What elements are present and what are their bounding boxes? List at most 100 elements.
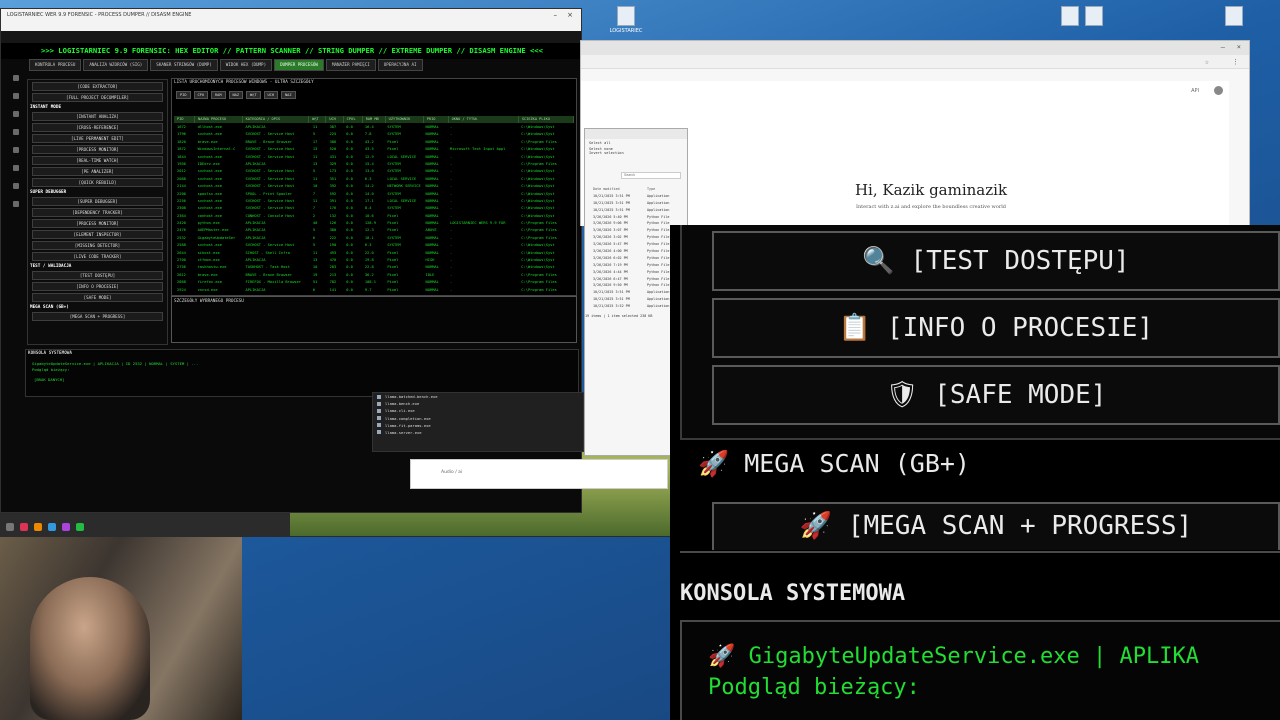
tab-hex[interactable]: WIDOK HEX (DUMP) xyxy=(219,59,273,71)
app-icon[interactable] xyxy=(20,523,28,531)
menu-icon[interactable]: ⋮ xyxy=(1232,58,1239,66)
process-info-button[interactable]: [INFO O PROCESIE] xyxy=(32,282,163,291)
sort-button[interactable]: WĄT xyxy=(246,91,261,99)
invert-selection-item[interactable]: Invert selection xyxy=(585,151,687,161)
sort-button[interactable]: NAZ xyxy=(228,91,243,99)
tab-dumper[interactable]: DUMPER PROCESÓW xyxy=(274,59,324,71)
explorer-row[interactable]: 10/21/2025 3:51 PM Application xyxy=(593,207,687,214)
nav-icon[interactable] xyxy=(13,75,19,81)
api-label[interactable]: API xyxy=(1191,88,1199,94)
table-row[interactable]: 2532 GigabyteUpdateSer APLIKACJA 6 222 0.0 18.… xyxy=(174,235,574,242)
tool-button[interactable]: [LIVE CODE TRACKER] xyxy=(32,252,163,261)
column-header[interactable]: UŻYTKOWNIK xyxy=(386,116,424,123)
avatar[interactable] xyxy=(1214,86,1223,95)
column-header[interactable]: NAZWA PROCESU xyxy=(195,116,243,123)
file-item[interactable]: llama-bench.exe xyxy=(373,400,583,407)
explorer-row[interactable]: 3/26/2026 5:40 PM Python File xyxy=(593,214,687,221)
desktop-icon[interactable]: LOGISTARIEC xyxy=(604,6,648,34)
table-row[interactable]: 1872 WindowsInternal.C SVCHOST - Service H… xyxy=(174,146,574,153)
nav-icon[interactable] xyxy=(13,147,19,153)
select-all-item[interactable]: Select all xyxy=(585,139,687,147)
tab-analiza[interactable]: ANALIZA WZORCÓW (SIG) xyxy=(83,59,149,71)
minimize-icon[interactable]: – xyxy=(554,11,558,19)
file-item[interactable]: llama-completion.exe xyxy=(373,415,583,422)
app-icon[interactable] xyxy=(34,523,42,531)
table-row[interactable]: 2924 vncsd.exe APLIKACJA 6 141 0.0 9.7 Pixel NOR… xyxy=(174,287,574,294)
column-type[interactable]: Type xyxy=(647,186,655,193)
table-row[interactable]: 1956 IDEdrv.exe APLIKACJA 13 329 0.0 15.4 SYSTE… xyxy=(174,161,574,168)
safe-mode-button[interactable]: [SAFE MODE] xyxy=(32,293,163,302)
minimize-icon[interactable]: – xyxy=(1221,43,1225,51)
table-row[interactable]: 1820 brave.exe BRAVE - Brave Browser 17 386 0… xyxy=(174,139,574,146)
file-item[interactable]: llama-fit-params.exe xyxy=(373,422,583,429)
tab-skaner[interactable]: SKANER STRINGÓW (DUMP) xyxy=(150,59,218,71)
file-item[interactable]: llama-batched-bench.exe xyxy=(373,393,583,400)
table-row[interactable]: 1796 svchost.exe SVCHOST - Service Host 5 22… xyxy=(174,131,574,138)
bookmark-icon[interactable]: ☆ xyxy=(1205,58,1209,66)
nav-icon[interactable] xyxy=(13,201,19,207)
tab-ai[interactable]: OPERACYJNA AI xyxy=(377,59,423,71)
table-row[interactable]: 2700 ctfmon.exe APLIKACJA 13 470 0.0 19.8 Pixel… xyxy=(174,257,574,264)
table-row[interactable]: 2256 svchost.exe SVCHOST - Service Host 11 3… xyxy=(174,198,574,205)
test-access-button[interactable]: 🔍 [TEST DOSTĘPU] xyxy=(712,231,1280,291)
explorer-search-input[interactable] xyxy=(621,171,681,179)
tool-button[interactable]: [REAL-TIME WATCH] xyxy=(32,156,163,165)
app-icon[interactable] xyxy=(76,523,84,531)
table-row[interactable]: 2088 svchost.exe SVCHOST - Service Host 11 3… xyxy=(174,176,574,183)
column-header[interactable]: KATEGORIA / OPIS xyxy=(243,116,310,123)
audio-widget[interactable]: Audio / ai xyxy=(410,459,668,489)
mega-scan-button[interactable]: [MEGA SCAN + PROGRESS] xyxy=(32,312,163,321)
tab-kontrola[interactable]: KONTROLA PROCESU xyxy=(29,59,82,71)
column-header[interactable]: PRIO xyxy=(424,116,449,123)
file-item[interactable]: llama-server.exe xyxy=(373,429,583,436)
decompiler-button[interactable]: [FULL PROJECT DECOMPILER] xyxy=(32,93,163,102)
close-icon[interactable]: × xyxy=(1237,43,1241,51)
sort-button[interactable]: CPU xyxy=(193,91,208,99)
table-row[interactable]: 2812 brave.exe BRAVE - Brave Browser 19 213 0… xyxy=(174,272,574,279)
tool-button[interactable]: [ELEMENT INSPECTOR] xyxy=(32,230,163,239)
tool-button[interactable]: [SUPER DEBUGGER] xyxy=(32,197,163,206)
sort-button[interactable]: RAM xyxy=(211,91,226,99)
sort-button[interactable]: UCH xyxy=(263,91,278,99)
tool-button[interactable]: [CROSS-REFERENCE] xyxy=(32,123,163,132)
mega-scan-button[interactable]: 🚀 [MEGA SCAN + PROGRESS] xyxy=(712,502,1280,550)
app-icon[interactable] xyxy=(62,523,70,531)
column-header[interactable]: CPU% xyxy=(344,116,363,123)
tool-button[interactable]: [PROCESS MONITOR] xyxy=(32,145,163,154)
explorer-row[interactable]: 10/21/2025 3:51 PM Application xyxy=(593,200,687,207)
tool-button[interactable]: [PROCESS MONITOR] xyxy=(32,219,163,228)
table-row[interactable]: 2308 svchost.exe SVCHOST - Service Host 7 17… xyxy=(174,205,574,212)
test-access-button[interactable]: [TEST DOSTĘPU] xyxy=(32,271,163,280)
table-row[interactable]: 2200 spoolsv.exe SPOOL - Print Spooler 7 592… xyxy=(174,191,574,198)
column-header[interactable]: RAM MB xyxy=(363,116,386,123)
nav-icon[interactable] xyxy=(13,93,19,99)
explorer-row[interactable]: 10/21/2025 3:51 PM Application xyxy=(593,193,687,200)
windows-icon[interactable] xyxy=(6,523,14,531)
column-header[interactable]: OKNO / TYTUŁ xyxy=(449,116,519,123)
file-item[interactable]: llama-cli.exe xyxy=(373,407,583,414)
column-header[interactable]: PID xyxy=(174,116,196,123)
code-extractor-button[interactable]: [CODE EXTRACTOR] xyxy=(32,82,163,91)
nav-icon[interactable] xyxy=(13,165,19,171)
tool-button[interactable]: [LIVE PERMANENT EDIT] xyxy=(32,134,163,143)
tool-button[interactable]: [PE ANALIZER] xyxy=(32,167,163,176)
close-icon[interactable]: × xyxy=(567,11,573,19)
table-row[interactable]: 2756 taskhostw.exe TASKHOST - Task Host 10 2… xyxy=(174,264,574,271)
column-header[interactable]: UCH xyxy=(326,116,344,123)
nav-icon[interactable] xyxy=(13,183,19,189)
process-table-body[interactable]: 1672 dllhost.exe APLIKACJA 11 387 0.0 16.4 SYST… xyxy=(174,124,574,294)
table-row[interactable]: 2144 svchost.exe SVCHOST - Service Host 10 3… xyxy=(174,183,574,190)
column-date[interactable]: Date modified xyxy=(593,186,643,193)
process-info-button[interactable]: 📋 [INFO O PROCESIE] xyxy=(712,298,1280,358)
table-row[interactable]: 2588 svchost.exe SVCHOST - Service Host 5 19… xyxy=(174,242,574,249)
tool-button[interactable]: [QUICK REBUILD] xyxy=(32,178,163,187)
nav-icon[interactable] xyxy=(13,129,19,135)
tool-button[interactable]: [INSTANT ANALIZA] xyxy=(32,112,163,121)
safe-mode-button[interactable]: 🛡 [SAFE MODE] xyxy=(712,365,1280,425)
nav-icon[interactable] xyxy=(13,111,19,117)
table-row[interactable]: 2420 python.exe APLIKACJA 40 126 0.0 128.9 Pixe… xyxy=(174,220,574,227)
tool-button[interactable]: [MISSING DETECTOR] xyxy=(32,241,163,250)
sort-button[interactable]: NAZ xyxy=(281,91,296,99)
table-row[interactable]: 2644 sihost.exe SIHOST - Shell Infra 11 493 0… xyxy=(174,250,574,257)
sort-button[interactable]: PID xyxy=(176,91,191,99)
